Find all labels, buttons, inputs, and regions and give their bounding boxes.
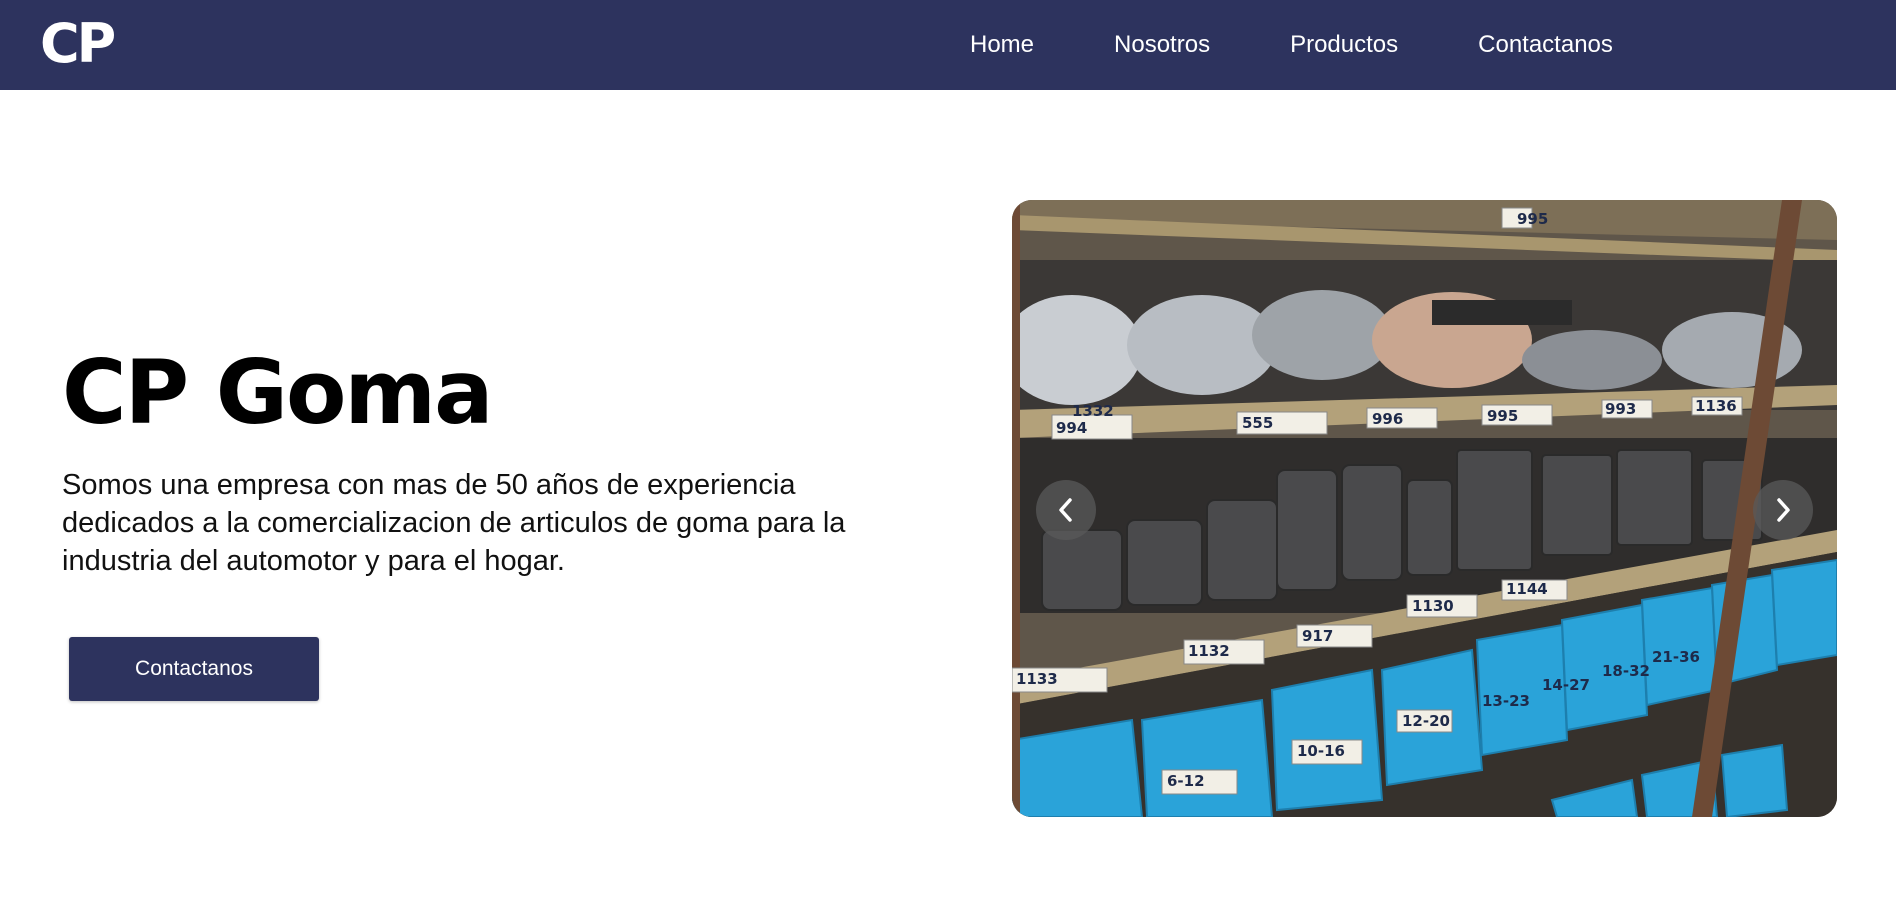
carousel-prev-button[interactable] (1036, 480, 1096, 540)
shelf-label: 994 (1056, 419, 1087, 437)
chevron-left-icon (1059, 498, 1072, 522)
nav-home-link[interactable]: Home (930, 0, 1074, 90)
contact-cta-button[interactable]: Contactanos (69, 637, 319, 701)
shelf-label: 18-32 (1602, 662, 1650, 680)
nav-nosotros-link[interactable]: Nosotros (1074, 0, 1250, 90)
shelf-label: 1136 (1695, 397, 1737, 415)
top-navbar: CP Home Nosotros Productos Contactanos (0, 0, 1896, 90)
chevron-right-icon (1777, 498, 1790, 522)
brand-logo[interactable]: CP (40, 14, 116, 74)
nav-contactanos-link[interactable]: Contactanos (1438, 0, 1653, 90)
shelf-label: 14-27 (1542, 676, 1590, 694)
hero-title: CP Goma (62, 341, 493, 444)
shelf-label: 993 (1605, 400, 1636, 418)
shelf-label: 996 (1372, 410, 1403, 428)
shelf-label: 1144 (1506, 580, 1548, 598)
image-carousel: 1332 995 994 555 996 995 993 1136 1132 917 1130 114… (1012, 200, 1837, 817)
warehouse-shelves-image: 1332 995 994 555 996 995 993 1136 1132 917 1130 114… (1012, 200, 1837, 817)
nav-productos-link[interactable]: Productos (1250, 0, 1438, 90)
shelf-label: 917 (1302, 627, 1333, 645)
shelf-label: 13-23 (1482, 692, 1530, 710)
shelf-label: 10-16 (1297, 742, 1345, 760)
shelf-label: 995 (1487, 407, 1518, 425)
main-nav: Home Nosotros Productos Contactanos (930, 0, 1653, 90)
shelf-label: 1130 (1412, 597, 1454, 615)
shelf-label: 555 (1242, 414, 1273, 432)
shelf-label: 1332 (1072, 402, 1114, 420)
shelf-label: 6-12 (1167, 772, 1205, 790)
shelf-label: 12-20 (1402, 712, 1450, 730)
shelf-label: 1133 (1016, 670, 1058, 688)
hero-description: Somos una empresa con mas de 50 años de … (62, 469, 846, 577)
shelf-label: 995 (1517, 210, 1548, 228)
shelf-label: 21-36 (1652, 648, 1700, 666)
carousel-next-button[interactable] (1753, 480, 1813, 540)
shelf-label: 1132 (1188, 642, 1230, 660)
